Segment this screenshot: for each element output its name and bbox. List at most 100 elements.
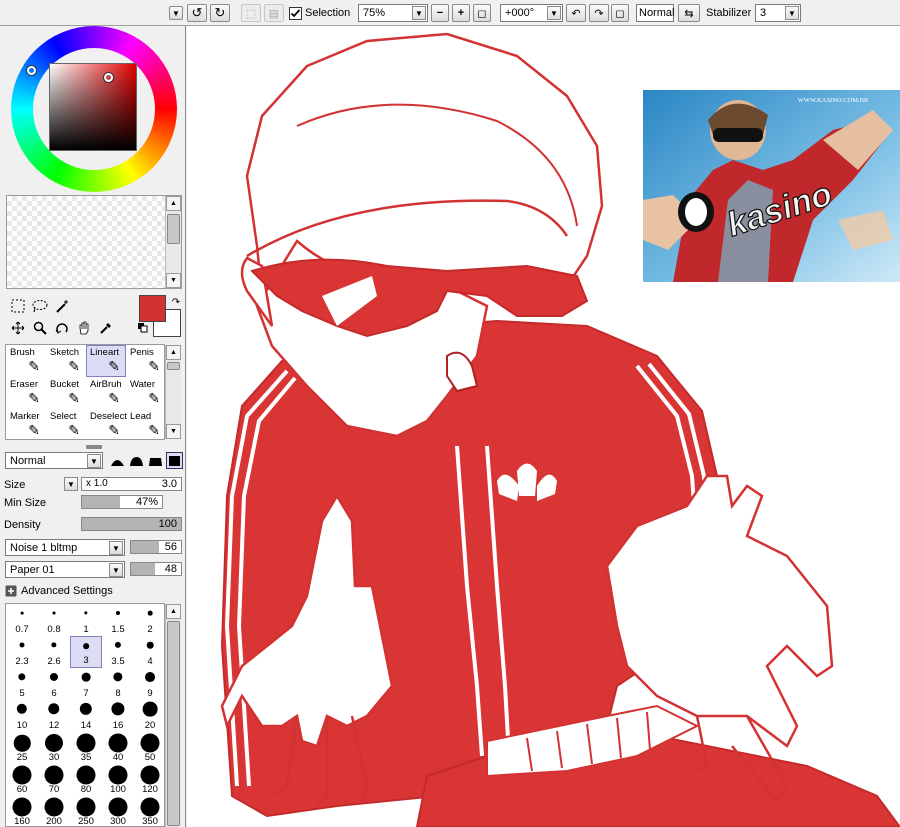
lasso-tool[interactable] (31, 297, 49, 315)
scratch-scrollbar[interactable]: ▲ ▼ (165, 196, 181, 288)
brush-palette-scrollbar[interactable]: ▲ ▼ (165, 345, 181, 439)
brush-slot[interactable]: Lineart ✎ (86, 345, 126, 377)
brush-size-preset[interactable]: 0.8 (38, 604, 70, 636)
scroll-up-arrow[interactable]: ▲ (166, 345, 181, 360)
rect-select-tool[interactable] (9, 297, 27, 315)
selection-toggle[interactable]: Selection (289, 4, 350, 22)
size-slider[interactable]: x 1.0 3.0 (81, 477, 182, 491)
brush-size-preset[interactable]: 70 (38, 764, 70, 796)
scroll-up-arrow[interactable]: ▲ (166, 604, 181, 619)
brush-blend-mode-dropdown[interactable]: Normal ▼ (5, 452, 103, 469)
brush-size-preset[interactable]: 8 (102, 668, 134, 700)
swap-colors-icon[interactable]: ↷ (167, 293, 185, 311)
brush-size-preset[interactable]: 7 (70, 668, 102, 700)
magic-wand-tool[interactable] (53, 297, 71, 315)
zoom-reset-button[interactable]: ◻ (473, 4, 491, 22)
brush-size-preset[interactable]: 1.5 (102, 604, 134, 636)
brush-size-scrollbar[interactable]: ▲ (165, 604, 181, 827)
brush-size-preset[interactable]: 6 (38, 668, 70, 700)
zoom-out-button[interactable]: − (431, 4, 449, 22)
brush-slot[interactable]: Penis ✎ (126, 345, 166, 377)
brush-size-preset[interactable]: 25 (6, 732, 38, 764)
brush-size-preset[interactable]: 14 (70, 700, 102, 732)
brush-size-preset[interactable]: 3.5 (102, 636, 134, 668)
brush-size-preset[interactable]: 2.3 (6, 636, 38, 668)
brush-slot[interactable]: AirBruh ✎ (86, 377, 126, 409)
saturation-value-marker[interactable] (104, 73, 113, 82)
brush-size-preset[interactable]: 2 (134, 604, 164, 636)
brush-size-preset[interactable]: 4 (134, 636, 164, 668)
brush-size-preset[interactable]: 30 (38, 732, 70, 764)
brush-size-preset[interactable]: 20 (134, 700, 164, 732)
scroll-down-arrow[interactable]: ▼ (166, 273, 181, 288)
zoom-tool[interactable] (31, 319, 49, 337)
brush-size-preset[interactable]: 3 (70, 636, 102, 668)
panel-splitter-grip[interactable] (86, 445, 102, 449)
redo-button[interactable]: ↻ (210, 4, 230, 22)
brush-size-preset[interactable]: 2.6 (38, 636, 70, 668)
invert-selection-button[interactable]: ▤ (264, 4, 284, 22)
tip-square-icon[interactable] (166, 452, 183, 469)
blend-mode-dropdown[interactable]: Normal (636, 4, 674, 22)
brush-size-preset[interactable]: 1 (70, 604, 102, 636)
min-size-slider[interactable]: 47% (81, 495, 163, 509)
reset-colors-icon[interactable] (137, 322, 149, 334)
brush-slot[interactable]: Select ✎ (46, 409, 86, 441)
density-slider[interactable]: 100 (81, 517, 182, 531)
brush-size-preset[interactable]: 0.7 (6, 604, 38, 636)
brush-size-preset[interactable]: 160 (6, 796, 38, 826)
toolbar-menu-dropdown[interactable]: ▼ (169, 6, 183, 20)
paper-strength-slider[interactable]: 48 (130, 562, 182, 576)
brush-slot[interactable]: Eraser ✎ (6, 377, 46, 409)
brush-size-preset[interactable]: 250 (70, 796, 102, 826)
brush-size-preset[interactable]: 200 (38, 796, 70, 826)
brush-size-preset[interactable]: 35 (70, 732, 102, 764)
rotation-dropdown[interactable]: +000° ▼ (500, 4, 563, 22)
brush-slot[interactable]: Bucket ✎ (46, 377, 86, 409)
flip-horizontal-button[interactable]: ⇆ (678, 4, 700, 22)
brush-size-preset[interactable]: 120 (134, 764, 164, 796)
brush-size-preset[interactable]: 16 (102, 700, 134, 732)
size-multiplier-dropdown[interactable]: ▼ (64, 477, 78, 491)
checkbox-checked-icon[interactable] (289, 6, 302, 20)
paper-dropdown[interactable]: Paper 01 ▼ (5, 561, 125, 578)
brush-size-preset[interactable]: 300 (102, 796, 134, 826)
scroll-up-arrow[interactable]: ▲ (166, 196, 181, 211)
brush-size-preset[interactable]: 10 (6, 700, 38, 732)
zoom-in-button[interactable]: + (452, 4, 470, 22)
rotate-tool[interactable] (53, 319, 71, 337)
rotation-reset-button[interactable]: ◻ (611, 4, 629, 22)
scroll-thumb[interactable] (167, 362, 180, 370)
brush-slot[interactable]: Brush ✎ (6, 345, 46, 377)
brush-size-preset[interactable]: 50 (134, 732, 164, 764)
tip-soft-icon[interactable] (147, 452, 164, 469)
zoom-dropdown[interactable]: 75% ▼ (358, 4, 428, 22)
rotate-right-button[interactable]: ↷ (589, 4, 609, 22)
brush-slot[interactable]: Marker ✎ (6, 409, 46, 441)
hand-tool[interactable] (75, 319, 93, 337)
brush-size-preset[interactable]: 5 (6, 668, 38, 700)
brush-size-preset[interactable]: 12 (38, 700, 70, 732)
texture-dropdown[interactable]: Noise 1 bltmp ▼ (5, 539, 125, 556)
texture-strength-slider[interactable]: 56 (130, 540, 182, 554)
brush-size-preset[interactable]: 80 (70, 764, 102, 796)
scroll-thumb[interactable] (167, 214, 180, 244)
move-tool[interactable] (9, 319, 27, 337)
scroll-thumb[interactable] (167, 621, 180, 826)
tip-hard-icon[interactable] (109, 452, 126, 469)
foreground-color-swatch[interactable] (139, 295, 166, 322)
brush-slot[interactable]: Deselect ✎ (86, 409, 127, 441)
eyedropper-tool[interactable] (97, 319, 115, 337)
tip-medium-icon[interactable] (128, 452, 145, 469)
scratch-pad[interactable] (6, 195, 182, 289)
brush-slot[interactable]: Lead ✎ (126, 409, 166, 441)
undo-button[interactable]: ↺ (187, 4, 207, 22)
brush-size-preset[interactable]: 9 (134, 668, 164, 700)
brush-size-preset[interactable]: 350 (134, 796, 164, 826)
hue-marker[interactable] (27, 66, 36, 75)
stabilizer-dropdown[interactable]: 3 ▼ (755, 4, 801, 22)
scroll-down-arrow[interactable]: ▼ (166, 424, 181, 439)
advanced-settings-toggle[interactable]: Advanced Settings (5, 585, 113, 597)
deselect-button[interactable]: ⬚ (241, 4, 261, 22)
brush-size-preset[interactable]: 40 (102, 732, 134, 764)
